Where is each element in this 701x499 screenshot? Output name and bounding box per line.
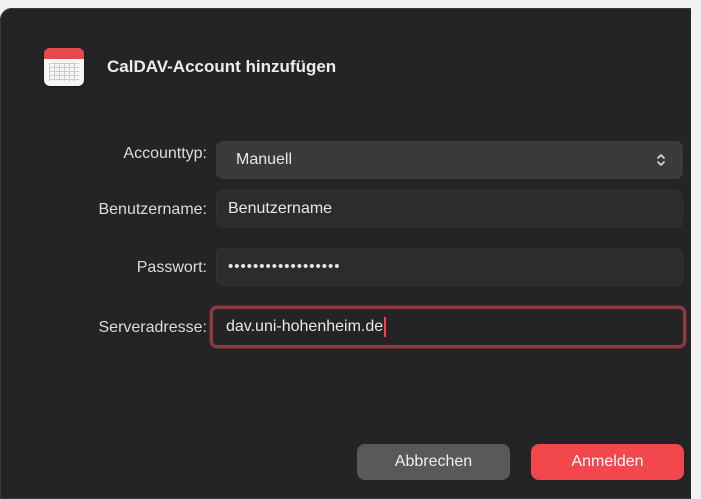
server-address-value: dav.uni-hohenheim.de	[226, 318, 384, 335]
calendar-icon	[44, 48, 84, 86]
username-row: Benutzername: Benutzername	[0, 190, 701, 230]
background-edge	[691, 8, 701, 499]
username-placeholder: Benutzername	[228, 200, 333, 217]
username-label: Benutzername:	[98, 201, 207, 218]
server-label: Serveradresse:	[98, 319, 208, 336]
account-type-select[interactable]: Manuell	[216, 141, 683, 179]
server-address-field[interactable]: dav.uni-hohenheim.de	[210, 306, 686, 348]
account-type-row: Accounttyp: Manuell	[0, 134, 701, 179]
username-field[interactable]: Benutzername	[216, 190, 683, 228]
dialog-header: CalDAV-Account hinzufügen	[44, 48, 336, 86]
sign-in-button[interactable]: Anmelden	[531, 444, 684, 480]
caldav-account-dialog: CalDAV-Account hinzufügen Accounttyp: Ma…	[0, 8, 701, 499]
dialog-title: CalDAV-Account hinzufügen	[107, 57, 337, 76]
chevron-up-down-icon	[655, 141, 667, 179]
account-type-value: Manuell	[236, 151, 293, 168]
text-caret	[384, 316, 387, 337]
cancel-button[interactable]: Abbrechen	[357, 444, 510, 480]
password-value: ••••••••••••••••••	[228, 258, 341, 275]
password-row: Passwort: ••••••••••••••••••	[0, 248, 701, 288]
password-label: Passwort:	[136, 259, 207, 276]
password-field[interactable]: ••••••••••••••••••	[216, 248, 683, 286]
server-row: Serveradresse: dav.uni-hohenheim.de	[0, 306, 701, 348]
account-type-label: Accounttyp:	[123, 145, 207, 162]
